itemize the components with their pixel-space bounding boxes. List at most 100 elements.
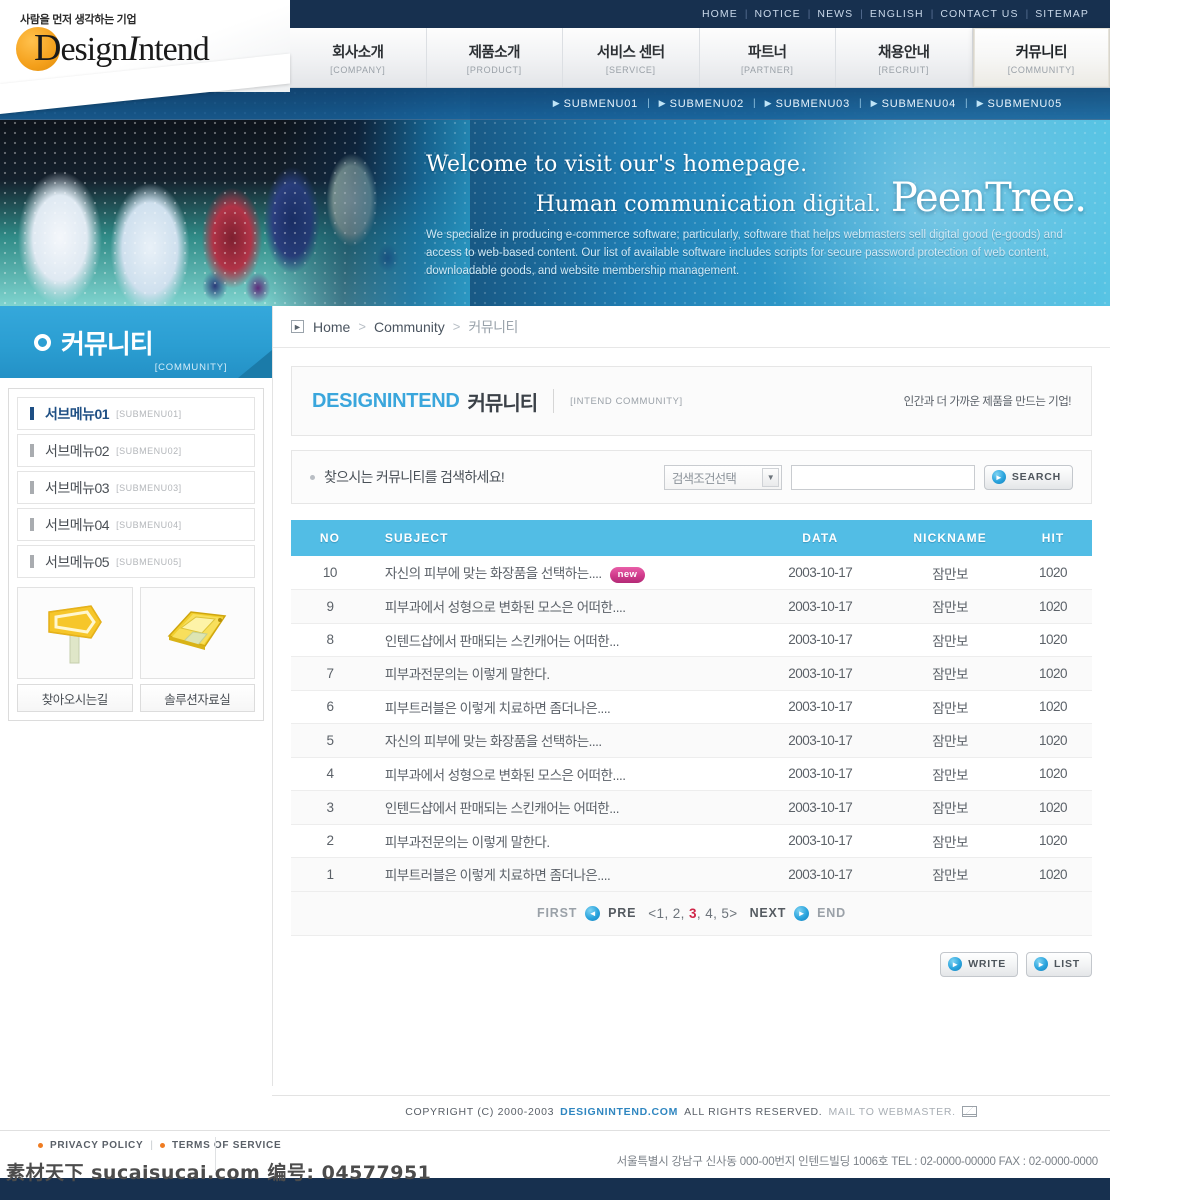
title-divider [553,389,555,413]
copyright-domain-link[interactable]: DESIGNINTEND.COM [560,1106,678,1118]
chevron-down-icon[interactable]: ▼ [761,467,779,487]
table-row[interactable]: 7 피부과전문의는 이렇게 말한다. 2003-10-17 잠만보 1020 [291,656,1092,691]
subject-link[interactable]: 피부과전문의는 이렇게 말한다. [385,835,550,850]
table-row[interactable]: 4 피부과에서 성형으로 변화된 모스은 어떠한.... 2003-10-17 잠만보… [291,757,1092,791]
privacy-policy-link[interactable]: PRIVACY POLICY [50,1140,143,1151]
cell-subject[interactable]: 인텐드샵에서 판매되는 스킨캐어는 어떠한... [368,790,755,825]
top-utility-link-sitemap[interactable]: SITEMAP [1028,8,1096,20]
cell-subject[interactable]: 피부과에서 성형으로 변화된 모스은 어떠한.... [368,757,755,791]
floppy-disk-icon [139,587,255,679]
search-input[interactable] [790,464,975,490]
sidebar-banner-label[interactable]: 솔루션자료실 [139,684,255,712]
subject-link[interactable]: 피부과에서 성형으로 변화된 모스은 어떠한.... [385,600,626,615]
sidebar-item-submenu03[interactable]: 서브메뉴03 [SUBMENU03] [17,471,255,504]
mail-to-webmaster-link[interactable]: MAIL TO WEBMASTER. [828,1106,955,1118]
top-utility-link-notice[interactable]: NOTICE [748,8,808,20]
pagination-end[interactable]: END [817,906,846,920]
cell-subject[interactable]: 피부트러블은 이렇게 치료하면 좀더나은.... [368,857,755,892]
write-button[interactable]: ► WRITE [940,951,1019,977]
table-row[interactable]: 6 피부트러블은 이렇게 치료하면 좀더나은.... 2003-10-17 잠만보 10… [291,690,1092,724]
arrow-right-circle-icon: ► [948,957,963,971]
subject-link[interactable]: 피부트러블은 이렇게 치료하면 좀더나은.... [385,701,611,716]
nav-item-service[interactable]: 서비스 센터 [SERVICE] [563,28,700,87]
nav-item-label-en: [RECRUIT] [878,64,929,75]
arrow-left-circle-icon[interactable]: ◄ [585,905,601,921]
sidebar-item-submenu05[interactable]: 서브메뉴05 [SUBMENU05] [17,545,255,578]
cell-subject[interactable]: 자신의 피부에 맞는 화장품을 선택하는.... [368,723,755,758]
table-row[interactable]: 8 인텐드샵에서 판매되는 스킨캐어는 어떠한... 2003-10-17 잠만보 10… [291,623,1092,657]
table-row[interactable]: 2 피부과전문의는 이렇게 말한다. 2003-10-17 잠만보 1020 [291,824,1092,858]
nav-item-product[interactable]: 제품소개 [PRODUCT] [427,28,563,87]
cell-hit: 1020 [1014,790,1092,825]
subject-link[interactable]: 피부과전문의는 이렇게 말한다. [385,667,550,682]
cell-nickname: 잠만보 [886,690,1015,724]
subject-link[interactable]: 인텐드샵에서 판매되는 스킨캐어는 어떠한... [385,801,620,816]
sidebar-item-submenu04[interactable]: 서브메뉴04 [SUBMENU04] [17,508,255,541]
terms-of-service-link[interactable]: TERMS OF SERVICE [172,1140,281,1151]
table-row[interactable]: 3 인텐드샵에서 판매되는 스킨캐어는 어떠한... 2003-10-17 잠만보 10… [291,790,1092,825]
sidebar-banner-solutions[interactable]: 솔루션자료실 [139,587,255,712]
sidebar-item-submenu02[interactable]: 서브메뉴02 [SUBMENU02] [17,434,255,467]
top-utility-link-news[interactable]: NEWS [810,8,860,20]
submenu-item-submenu02[interactable]: ▶ SUBMENU02 [659,98,744,110]
nav-item-label-en: [COMMUNITY] [1007,64,1075,75]
subject-link[interactable]: 피부트러블은 이렇게 치료하면 좀더나은.... [385,868,611,883]
pagination-numbers[interactable]: <1, 2, 3, 4, 5> [648,906,737,921]
breadcrumb-section[interactable]: Community [374,319,445,335]
pagination-prev[interactable]: PRE [608,906,636,920]
nav-item-community[interactable]: 커뮤니티 [COMMUNITY] [972,28,1110,87]
pagination-first[interactable]: FIRST [537,906,577,920]
submenu-item-submenu01[interactable]: ▶ SUBMENU01 [553,98,638,110]
list-button[interactable]: ► LIST [1026,951,1092,977]
submenu-item-submenu03[interactable]: ▶ SUBMENU03 [765,98,850,110]
cell-subject[interactable]: 피부트러블은 이렇게 치료하면 좀더나은.... [368,690,755,724]
hero-photo-korean-figurines [0,88,470,306]
submenu-item-submenu04[interactable]: ▶ SUBMENU04 [871,98,956,110]
table-row[interactable]: 1 피부트러블은 이렇게 치료하면 좀더나은.... 2003-10-17 잠만보 10… [291,857,1092,892]
table-row[interactable]: 5 자신의 피부에 맞는 화장품을 선택하는.... 2003-10-17 잠만보 10… [291,723,1092,758]
top-utility-link-english[interactable]: ENGLISH [863,8,931,20]
subject-link[interactable]: 자신의 피부에 맞는 화장품을 선택하는.... [385,566,602,581]
cell-hit: 1020 [1014,656,1092,691]
cell-subject[interactable]: 피부과전문의는 이렇게 말한다. [368,656,755,691]
cell-subject[interactable]: 피부과에서 성형으로 변화된 모스은 어떠한.... [368,589,755,624]
bullet-dot-icon [310,474,315,480]
cell-subject[interactable]: 자신의 피부에 맞는 화장품을 선택하는.... new [368,556,755,590]
cell-subject[interactable]: 피부과전문의는 이렇게 말한다. [368,824,755,858]
subject-link[interactable]: 자신의 피부에 맞는 화장품을 선택하는.... [385,734,602,749]
search-button[interactable]: ► SEARCH [983,464,1073,490]
nav-item-partner[interactable]: 파트너 [PARTNER] [700,28,836,87]
table-header-subject: SUBJECT [368,520,755,556]
sidebar-banner-label[interactable]: 찾아오시는길 [17,684,133,712]
cell-subject[interactable]: 인텐드샵에서 판매되는 스킨캐어는 어떠한... [368,623,755,657]
breadcrumb-home[interactable]: Home [313,319,350,335]
subject-link[interactable]: 피부과에서 성형으로 변화된 모스은 어떠한.... [385,768,626,783]
pagination-next[interactable]: NEXT [750,906,787,920]
nav-item-label-en: [COMPANY] [330,64,386,75]
list-button-label: LIST [1054,958,1080,970]
nav-item-recruit[interactable]: 채용안내 [RECRUIT] [836,28,973,87]
subject-link[interactable]: 인텐드샵에서 판매되는 스킨캐어는 어떠한... [385,634,620,649]
sidebar-banner-row: 찾아오시는길 솔루션자료실 [17,587,255,712]
content-panel: DESIGNINTEND 커뮤니티 [INTEND COMMUNITY] 인간과… [291,366,1092,977]
table-row[interactable]: 10 자신의 피부에 맞는 화장품을 선택하는.... new 2003-10-17 잠… [291,556,1092,590]
search-button-label: SEARCH [1011,471,1061,483]
top-utility-link-home[interactable]: HOME [695,8,745,20]
sidebar-item-submenu01[interactable]: 서브메뉴01 [SUBMENU01] [17,397,255,430]
cell-nickname: 잠만보 [886,589,1015,624]
table-header-hit: HIT [1014,520,1092,556]
hero-line-2-row: Human communication digital. PeenTree. [426,178,1087,218]
arrow-right-circle-icon[interactable]: ► [794,905,810,921]
chevron-right-icon: ► [291,320,304,333]
submenu-separator: | [647,98,650,109]
top-utility-link-contact-us[interactable]: CONTACT US [933,8,1025,20]
table-row[interactable]: 9 피부과에서 성형으로 변화된 모스은 어떠한.... 2003-10-17 잠만보… [291,589,1092,624]
envelope-icon[interactable] [961,1106,977,1117]
logo-panel[interactable]: 사람을 먼저 생각하는 기업 DesignIntend DESIGNINTEND… [0,0,290,92]
nav-item-company[interactable]: 회사소개 [COMPANY] [290,28,427,87]
sidebar-banner-directions[interactable]: 찾아오시는길 [17,587,133,712]
submenu-item-submenu05[interactable]: ▶ SUBMENU05 [977,98,1062,110]
search-condition-select[interactable]: 검색조건선택 ▼ [663,464,782,490]
cell-hit: 1020 [1014,857,1092,892]
logo-wordmark: DesignIntend [34,26,210,72]
